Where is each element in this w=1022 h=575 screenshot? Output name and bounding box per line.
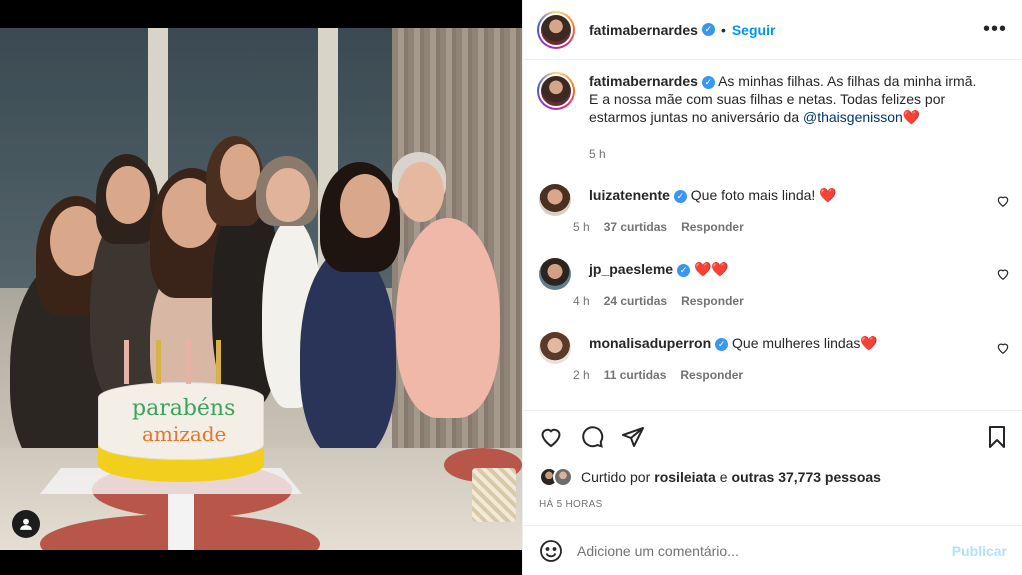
comment-body: monalisaduperron ✓ Que mulheres lindas❤️ bbox=[589, 334, 878, 364]
save-bookmark-icon[interactable] bbox=[985, 425, 1009, 449]
caption-time[interactable]: 5 h bbox=[589, 147, 606, 161]
comment-meta: 2 h 11 curtidas Responder bbox=[573, 368, 743, 382]
comment-item: jp_paesleme ✓ ❤️❤️ bbox=[539, 258, 1009, 290]
caption-mention-link[interactable]: @thaisgenisson bbox=[803, 109, 903, 125]
verified-badge-icon: ✓ bbox=[677, 263, 691, 277]
cake-top bbox=[98, 382, 264, 460]
comment-like-heart-icon[interactable] bbox=[996, 341, 1010, 355]
liked-by-middle: e bbox=[719, 469, 728, 485]
candle bbox=[186, 340, 191, 384]
red-heart-emoji-icon: ❤️ bbox=[902, 109, 921, 125]
commenter-username[interactable]: luizatenente bbox=[589, 187, 670, 203]
candle bbox=[156, 340, 161, 384]
candle bbox=[124, 340, 129, 384]
person-6 bbox=[300, 248, 396, 458]
verified-badge-icon: ✓ bbox=[673, 189, 687, 203]
comment-like-heart-icon[interactable] bbox=[996, 267, 1010, 281]
comment-likes[interactable]: 24 curtidas bbox=[604, 294, 667, 308]
comment-input[interactable] bbox=[577, 542, 937, 559]
comment-time[interactable]: 5 h bbox=[573, 220, 590, 234]
comment-icon[interactable] bbox=[580, 425, 604, 449]
emoji-smiley-icon[interactable] bbox=[539, 539, 563, 563]
person-face bbox=[220, 144, 260, 200]
likes-summary: Curtido por rosileiata e outras 37,773 p… bbox=[539, 467, 881, 487]
follow-button[interactable]: Seguir bbox=[732, 22, 776, 38]
author-avatar[interactable] bbox=[537, 10, 575, 49]
cake-stand bbox=[168, 494, 194, 550]
liker-avatar[interactable] bbox=[553, 467, 573, 487]
cake-text-parabens: parabéns bbox=[132, 396, 236, 421]
verified-badge-icon: ✓ bbox=[701, 23, 715, 36]
comment-time[interactable]: 2 h bbox=[573, 368, 590, 382]
user-tag-icon[interactable] bbox=[12, 510, 40, 538]
person-face bbox=[398, 162, 444, 222]
add-comment-bar: Publicar bbox=[523, 525, 1022, 575]
post-actions: Curtido por rosileiata e outras 37,773 p… bbox=[523, 410, 1022, 525]
author-avatar[interactable] bbox=[537, 72, 575, 110]
comment-text: Que mulheres lindas❤️ bbox=[732, 335, 878, 351]
verified-badge-icon: ✓ bbox=[715, 337, 729, 351]
comment-item: luizatenente ✓ Que foto mais linda! ❤️ bbox=[539, 184, 1009, 216]
person-face bbox=[266, 168, 310, 222]
reply-button[interactable]: Responder bbox=[680, 368, 743, 382]
post-photo-panel: parabéns amizade bbox=[0, 0, 522, 575]
comment-body: jp_paesleme ✓ ❤️❤️ bbox=[589, 260, 729, 290]
caption-text-block: fatimabernardes ✓ As minhas filhas. As fi… bbox=[589, 72, 989, 126]
post-photo[interactable]: parabéns amizade bbox=[0, 28, 522, 550]
liked-by-prefix: Curtido por bbox=[581, 469, 651, 485]
author-username[interactable]: fatimabernardes bbox=[589, 22, 698, 38]
liked-by-user[interactable]: rosileiata bbox=[654, 469, 715, 485]
comment-text: Que foto mais linda! ❤️ bbox=[690, 187, 837, 203]
post-header: fatimabernardes ✓ • Seguir ••• bbox=[523, 0, 1022, 60]
caption-username[interactable]: fatimabernardes bbox=[589, 73, 698, 89]
comment-likes[interactable]: 37 curtidas bbox=[604, 220, 667, 234]
comment-meta: 5 h 37 curtidas Responder bbox=[573, 220, 744, 234]
commenter-avatar[interactable] bbox=[539, 258, 571, 290]
comment-item: monalisaduperron ✓ Que mulheres lindas❤️ bbox=[539, 332, 1009, 364]
post-timestamp[interactable]: HÁ 5 HORAS bbox=[539, 499, 603, 510]
comment-meta: 4 h 24 curtidas Responder bbox=[573, 294, 744, 308]
paper-cup bbox=[472, 468, 516, 522]
comment-body: luizatenente ✓ Que foto mais linda! ❤️ bbox=[589, 186, 837, 216]
like-heart-icon[interactable] bbox=[539, 425, 563, 449]
candle bbox=[216, 340, 221, 384]
person-face bbox=[106, 166, 150, 224]
commenter-username[interactable]: monalisaduperron bbox=[589, 335, 711, 351]
header-separator: • bbox=[720, 21, 726, 38]
post-details-panel: fatimabernardes ✓ • Seguir ••• fatimaber… bbox=[522, 0, 1022, 575]
instagram-post-modal: parabéns amizade fatimabernardes ✓ • Seg… bbox=[0, 0, 1022, 575]
verified-badge-icon: ✓ bbox=[701, 75, 715, 89]
cake-text-amizade: amizade bbox=[142, 422, 227, 446]
publish-button[interactable]: Publicar bbox=[952, 543, 1007, 559]
person-face bbox=[340, 174, 390, 238]
reply-button[interactable]: Responder bbox=[681, 294, 744, 308]
reply-button[interactable]: Responder bbox=[681, 220, 744, 234]
commenter-avatar[interactable] bbox=[539, 332, 571, 364]
share-paper-plane-icon[interactable] bbox=[621, 425, 645, 449]
commenter-username[interactable]: jp_paesleme bbox=[589, 261, 673, 277]
comment-text: ❤️❤️ bbox=[693, 261, 729, 277]
comment-like-heart-icon[interactable] bbox=[996, 194, 1010, 208]
liked-by-others[interactable]: outras 37,773 pessoas bbox=[732, 469, 881, 485]
person-7 bbox=[396, 218, 500, 418]
post-caption: fatimabernardes ✓ As minhas filhas. As fi… bbox=[537, 72, 1007, 126]
more-options-icon[interactable]: ••• bbox=[983, 18, 1007, 41]
commenter-avatar[interactable] bbox=[539, 184, 571, 216]
comment-time[interactable]: 4 h bbox=[573, 294, 590, 308]
comment-likes[interactable]: 11 curtidas bbox=[604, 368, 667, 382]
